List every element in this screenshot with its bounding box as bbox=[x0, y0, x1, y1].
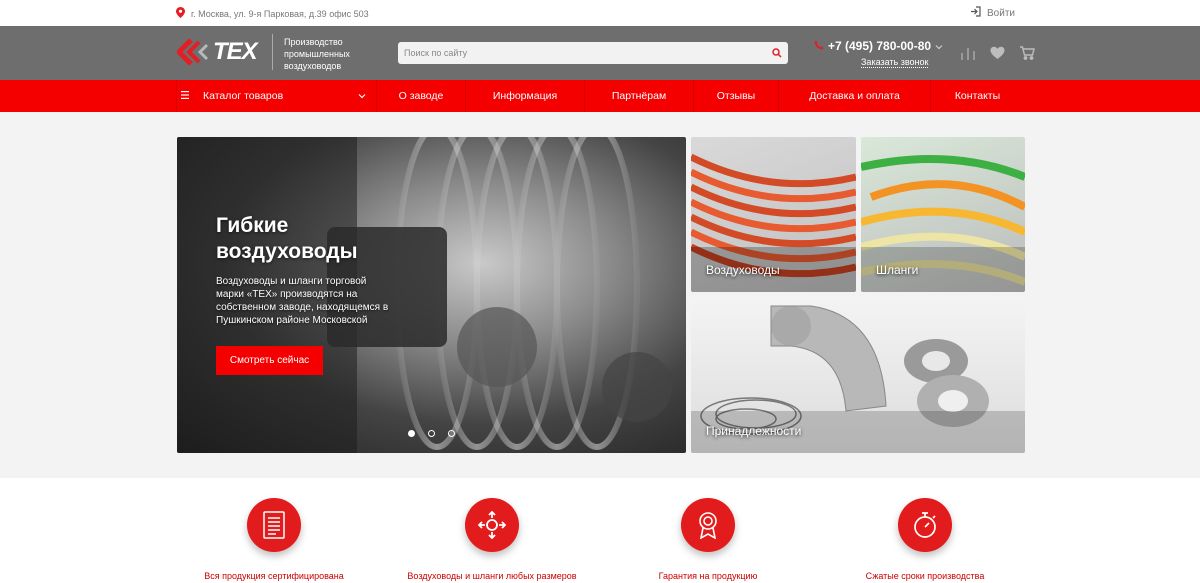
category-tile-hoses[interactable]: Шланги bbox=[861, 137, 1025, 292]
chevron-down-icon[interactable] bbox=[935, 39, 943, 53]
login-link[interactable]: Войти bbox=[970, 6, 1015, 20]
nav-item-about[interactable]: О заводе bbox=[377, 80, 466, 112]
topbar: г. Москва, ул. 9-я Парковая, д.39 офис 5… bbox=[0, 0, 1200, 26]
search-box bbox=[398, 42, 788, 64]
login-icon bbox=[970, 6, 981, 20]
phone[interactable]: +7 (495) 780-00-80 bbox=[814, 39, 943, 53]
slider-dot-3[interactable] bbox=[448, 430, 455, 437]
logo[interactable]: TEX bbox=[177, 38, 258, 66]
address-text: г. Москва, ул. 9-я Парковая, д.39 офис 5… bbox=[191, 8, 369, 19]
main-nav: Каталог товаров О заводе Информация Парт… bbox=[0, 80, 1200, 112]
phone-icon bbox=[814, 39, 824, 53]
feature-warranty-label: Гарантия на продукцию bbox=[658, 571, 758, 581]
callback-link[interactable]: Заказать звонок bbox=[861, 57, 929, 68]
tile-hoses-label: Шланги bbox=[876, 263, 919, 277]
login-label: Войти bbox=[987, 7, 1015, 19]
slider-dots bbox=[408, 430, 455, 437]
hero-text: Воздуховоды и шланги торговой марки «ТЕХ… bbox=[216, 276, 389, 326]
logo-text: TEX bbox=[213, 38, 258, 65]
nav-item-partners[interactable]: Партнёрам bbox=[585, 80, 694, 112]
feature-certified-label: Вся продукция сертифицирована bbox=[204, 571, 344, 581]
category-tile-accessories[interactable]: Принадлежности bbox=[691, 296, 1025, 453]
feature-any-size-label: Воздуховоды и шланги любых размеров bbox=[407, 571, 577, 581]
compare-icon[interactable] bbox=[960, 46, 976, 65]
location-pin-icon bbox=[176, 7, 185, 20]
logo-mark-icon bbox=[177, 38, 209, 66]
stopwatch-icon bbox=[898, 498, 952, 552]
award-badge-icon bbox=[681, 498, 735, 552]
nav-item-delivery[interactable]: Доставка и оплата bbox=[779, 80, 931, 112]
search-input[interactable] bbox=[398, 42, 766, 64]
tile-accessories-label: Принадлежности bbox=[706, 424, 802, 438]
chevron-down-icon bbox=[358, 90, 366, 102]
feature-fast-production: Сжатые сроки производства bbox=[825, 478, 1025, 581]
nav-catalog-label: Каталог товаров bbox=[203, 90, 284, 102]
feature-certified: Вся продукция сертифицирована bbox=[174, 478, 374, 581]
header-icons bbox=[960, 46, 1035, 65]
nav-item-info[interactable]: Информация bbox=[466, 80, 585, 112]
header: TEX Производство промышленных воздуховод… bbox=[0, 26, 1200, 80]
nav-item-contacts[interactable]: Контакты bbox=[931, 80, 1024, 112]
category-tile-ducts[interactable]: Воздуховоды bbox=[691, 137, 856, 292]
certificate-icon bbox=[247, 498, 301, 552]
watch-now-button[interactable]: Смотреть сейчас bbox=[216, 346, 323, 375]
logo-divider bbox=[272, 34, 273, 70]
arrows-expand-icon bbox=[465, 498, 519, 552]
favorites-heart-icon[interactable] bbox=[990, 46, 1005, 65]
tile-ducts-label: Воздуховоды bbox=[706, 263, 780, 277]
cart-icon[interactable] bbox=[1019, 46, 1035, 65]
nav-catalog[interactable]: Каталог товаров bbox=[176, 80, 377, 112]
slider-dot-1[interactable] bbox=[408, 430, 415, 437]
slider-dot-2[interactable] bbox=[428, 430, 435, 437]
tagline: Производство промышленных воздуховодов bbox=[284, 37, 350, 71]
address: г. Москва, ул. 9-я Парковая, д.39 офис 5… bbox=[176, 7, 369, 20]
hero-slider[interactable]: Гибкие воздуховоды Воздуховоды и шланги … bbox=[177, 137, 686, 453]
hero-title: Гибкие воздуховоды bbox=[216, 214, 358, 263]
feature-warranty: Гарантия на продукцию bbox=[608, 478, 808, 581]
features-strip: Вся продукция сертифицирована Воздуховод… bbox=[0, 478, 1200, 583]
feature-any-size: Воздуховоды и шланги любых размеров bbox=[392, 478, 592, 581]
phone-number: +7 (495) 780-00-80 bbox=[828, 39, 932, 53]
menu-icon bbox=[181, 90, 189, 102]
search-icon[interactable] bbox=[766, 42, 788, 64]
nav-item-reviews[interactable]: Отзывы bbox=[694, 80, 779, 112]
feature-fast-production-label: Сжатые сроки производства bbox=[865, 571, 985, 581]
